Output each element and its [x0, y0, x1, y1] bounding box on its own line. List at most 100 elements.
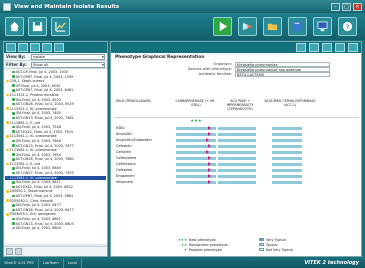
family-field[interactable]: BETA-LACTAMS: [235, 72, 330, 77]
status-dot-icon: [12, 84, 15, 88]
home-icon: [9, 21, 20, 32]
status-dot-icon: [6, 162, 9, 166]
status-dot-icon: [12, 112, 15, 115]
help-button[interactable]: ?: [338, 17, 357, 36]
play-icon: [219, 21, 228, 32]
result-marker-icon: [208, 180, 211, 184]
tree-item-label: 1113261-1, E. coli: [9, 161, 41, 166]
title-bar: View and Maintain Isolate Results – □ ×: [0, 0, 365, 13]
view-by-label: View By:: [6, 54, 26, 59]
result-marker-icon: [208, 132, 211, 136]
chart-icon: [55, 21, 66, 32]
settings-icon[interactable]: [348, 43, 358, 52]
tree-item-label: AST-EX42, Final, Jul 4, 2003, 8832: [15, 184, 73, 189]
graph-icon[interactable]: [296, 43, 306, 52]
typicality-bar: [218, 162, 256, 166]
drug-name: Ceftriaxone: [116, 162, 136, 166]
run-button[interactable]: [213, 17, 232, 36]
print-icon[interactable]: [322, 43, 332, 52]
delete-icon[interactable]: [30, 43, 40, 52]
typicality-bar: [218, 144, 256, 148]
typicality-bar: [272, 156, 302, 160]
help-icon: ?: [342, 21, 353, 31]
report-button[interactable]: [51, 17, 70, 36]
status-dot-icon: [6, 121, 9, 124]
tree-item-label: GN-Final, Jul 4, 2003, 8849: [15, 166, 61, 171]
phenotype-cell: [262, 162, 318, 167]
tree-item-label: GN-Final, Jul 4, 2003, 6520: [15, 97, 61, 102]
typicality-bar: [272, 168, 302, 172]
save-button[interactable]: [28, 17, 47, 36]
maximize-button[interactable]: □: [342, 2, 351, 11]
status-dot-icon: [12, 144, 15, 147]
drug-name: Cefepime: [116, 168, 133, 172]
search-icon[interactable]: [54, 43, 64, 52]
tree-item-label: AST-EX42, Final, Jul 4, 2003, 7503: [15, 129, 73, 134]
phenotype-cell: [174, 126, 218, 131]
phenotype-cell: [174, 174, 218, 179]
phenotype-grid: WILD (PENICILLINASE) CARBAPENEMASE (+ OR…: [114, 98, 359, 185]
typicality-bar: [272, 162, 302, 166]
export-button[interactable]: [238, 17, 257, 36]
panel-title: Phenotype Graphical Representation: [115, 55, 205, 60]
phenotype-cell: [262, 144, 318, 149]
zoom-icon[interactable]: [335, 43, 345, 52]
isolate-tree-panel: View By: Isolate Filter By: Show all AST…: [3, 41, 108, 257]
phenotype-cell: [218, 144, 262, 149]
column-header-carbapenemase: CARBAPENEMASE (+ OR - ESBL): [175, 99, 217, 107]
column-header-acquired-cephalosporinase: ACQUIRED CEPHALOSPORINASE (ACC-1): [264, 99, 316, 107]
status-dot-icon: [12, 180, 15, 184]
refresh-icon[interactable]: [42, 43, 52, 52]
result-marker-icon: [208, 174, 211, 178]
first-page-icon[interactable]: [6, 248, 13, 255]
view-by-select[interactable]: Isolate: [31, 53, 105, 60]
result-marker-icon: [208, 156, 211, 160]
filter-by-label: Filter By:: [6, 62, 27, 67]
phenotype-cell: [218, 138, 262, 143]
folder-button[interactable]: [263, 17, 282, 36]
best-phenotype-stars: ★★★: [190, 118, 202, 123]
filter-by-select[interactable]: Show all: [31, 61, 105, 68]
monitor-button[interactable]: [313, 17, 332, 36]
typicality-bar: [272, 126, 302, 130]
close-button[interactable]: ×: [353, 2, 362, 11]
typicality-bar: [218, 150, 256, 154]
phenotype-cell: [262, 126, 318, 131]
tree-item-label: AST-GP67, Final, Jul 4, 2003, 6461: [15, 88, 74, 93]
drug-row: Imipenem: [114, 179, 359, 185]
book-icon: [293, 21, 302, 32]
status-dot-icon: [12, 217, 15, 221]
status-dot-icon: [12, 102, 15, 106]
phenotype-cell: [174, 180, 218, 185]
typicality-bar: [218, 138, 256, 142]
add-icon[interactable]: [6, 43, 16, 52]
column-header-wild: WILD (PENICILLINASE): [116, 99, 152, 103]
test-node[interactable]: GN-Final, Jul 4, 2003, 8800: [5, 226, 106, 231]
phenotype-cell: [262, 168, 318, 173]
book-button[interactable]: [288, 17, 307, 36]
tree-item-label: AST-GN26, Final, Jul 4, 2003, 6519: [15, 102, 74, 107]
minimize-button[interactable]: –: [331, 2, 340, 11]
phenotype-cell: [218, 162, 262, 167]
typicality-bar: [218, 156, 256, 160]
prev-page-icon[interactable]: [15, 248, 22, 255]
phenotype-cell: [174, 144, 218, 149]
monitor-icon: [317, 21, 328, 32]
isolate-tree: AST-GP-Final, Jul 4, 2003, 1500 AST-GP67,…: [4, 69, 107, 244]
table-icon[interactable]: [309, 43, 319, 52]
status-dot-icon: [6, 135, 9, 138]
status-dot-icon: [12, 185, 15, 189]
result-marker-icon: [208, 162, 211, 166]
drug-name: Ceftazidime: [116, 156, 137, 160]
home-button[interactable]: [5, 17, 24, 36]
status-dot-icon: [12, 125, 15, 129]
tree-item-label: GN-Final, Jul 4, 2003, 8800: [15, 226, 61, 231]
tree-item-label: AST-GN26, Final, Jul 4, 2003, 7680: [15, 157, 74, 162]
typicality-bar: [272, 132, 302, 136]
typicality-bar: [218, 174, 256, 178]
phenotype-panel: Phenotype Graphical Representation Organ…: [110, 41, 362, 257]
grid-header: WILD (PENICILLINASE) CARBAPENEMASE (+ OR…: [114, 98, 359, 118]
tree-item-label: GN-Final, Jul 4, 2003, 8811: [15, 180, 61, 185]
edit-icon[interactable]: [18, 43, 28, 52]
status-dot-icon: [12, 208, 15, 212]
